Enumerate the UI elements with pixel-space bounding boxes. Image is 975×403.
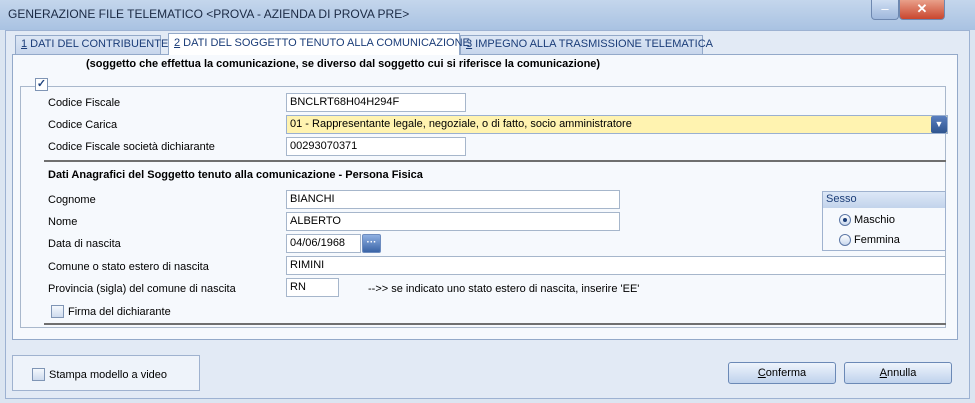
tab-dati-soggetto[interactable]: 2 DATI DEL SOGGETTO TENUTO ALLA COMUNICA… <box>168 33 470 55</box>
sesso-title: Sesso <box>823 192 945 208</box>
codice-fiscale-label: Codice Fiscale <box>48 97 121 109</box>
divider <box>44 160 946 162</box>
radio-maschio[interactable] <box>839 214 851 226</box>
enable-checkbox[interactable]: ✓ <box>35 78 48 91</box>
nome-label: Nome <box>48 216 78 228</box>
cognome-label: Cognome <box>48 194 96 206</box>
chevron-down-icon[interactable]: ▼ <box>931 116 947 133</box>
codice-fiscale-input[interactable]: BNCLRT68H04H294F <box>286 93 466 112</box>
radio-femmina-label: Femmina <box>854 234 900 246</box>
codice-carica-select[interactable]: 01 - Rappresentante legale, negoziale, o… <box>286 115 948 134</box>
conferma-button[interactable]: Conferma <box>728 362 836 384</box>
tab-dati-contribuente[interactable]: 1 DATI DEL CONTRIBUENTE <box>15 35 168 54</box>
tab-impegno-trasmissione[interactable]: 3 IMPEGNO ALLA TRASMISSIONE TELEMATICA <box>460 35 713 54</box>
annulla-button[interactable]: Annulla <box>844 362 952 384</box>
firma-checkbox[interactable] <box>51 305 64 318</box>
comune-input[interactable]: RIMINI <box>286 256 946 275</box>
data-nascita-label: Data di nascita <box>48 238 121 250</box>
cf-societa-input[interactable]: 00293070371 <box>286 137 466 156</box>
cf-societa-label: Codice Fiscale società dichiarante <box>48 141 215 153</box>
data-nascita-input[interactable]: 04/06/1968 <box>286 234 361 253</box>
provincia-hint: -->> se indicato uno stato estero di nas… <box>368 283 640 295</box>
firma-label: Firma del dichiarante <box>68 306 171 318</box>
minimize-button[interactable]: – <box>871 0 899 20</box>
cognome-input[interactable]: BIANCHI <box>286 190 620 209</box>
divider-bottom <box>44 323 946 325</box>
radio-femmina[interactable] <box>839 234 851 246</box>
close-button[interactable]: ✕ <box>899 0 945 20</box>
provincia-input[interactable]: RN <box>286 278 339 297</box>
stampa-label: Stampa modello a video <box>49 369 168 381</box>
nome-input[interactable]: ALBERTO <box>286 212 620 231</box>
window-title: GENERAZIONE FILE TELEMATICO <PROVA - AZI… <box>8 7 410 21</box>
stampa-checkbox[interactable] <box>32 368 45 381</box>
codice-carica-label: Codice Carica <box>48 119 118 131</box>
section-note: (soggetto che effettua la comunicazione,… <box>86 58 601 70</box>
comune-label: Comune o stato estero di nascita <box>48 261 209 273</box>
calendar-icon[interactable]: ··· <box>362 234 381 253</box>
provincia-label: Provincia (sigla) del comune di nascita <box>48 283 236 295</box>
anagrafica-heading: Dati Anagrafici del Soggetto tenuto alla… <box>48 169 423 181</box>
radio-maschio-label: Maschio <box>854 214 895 226</box>
